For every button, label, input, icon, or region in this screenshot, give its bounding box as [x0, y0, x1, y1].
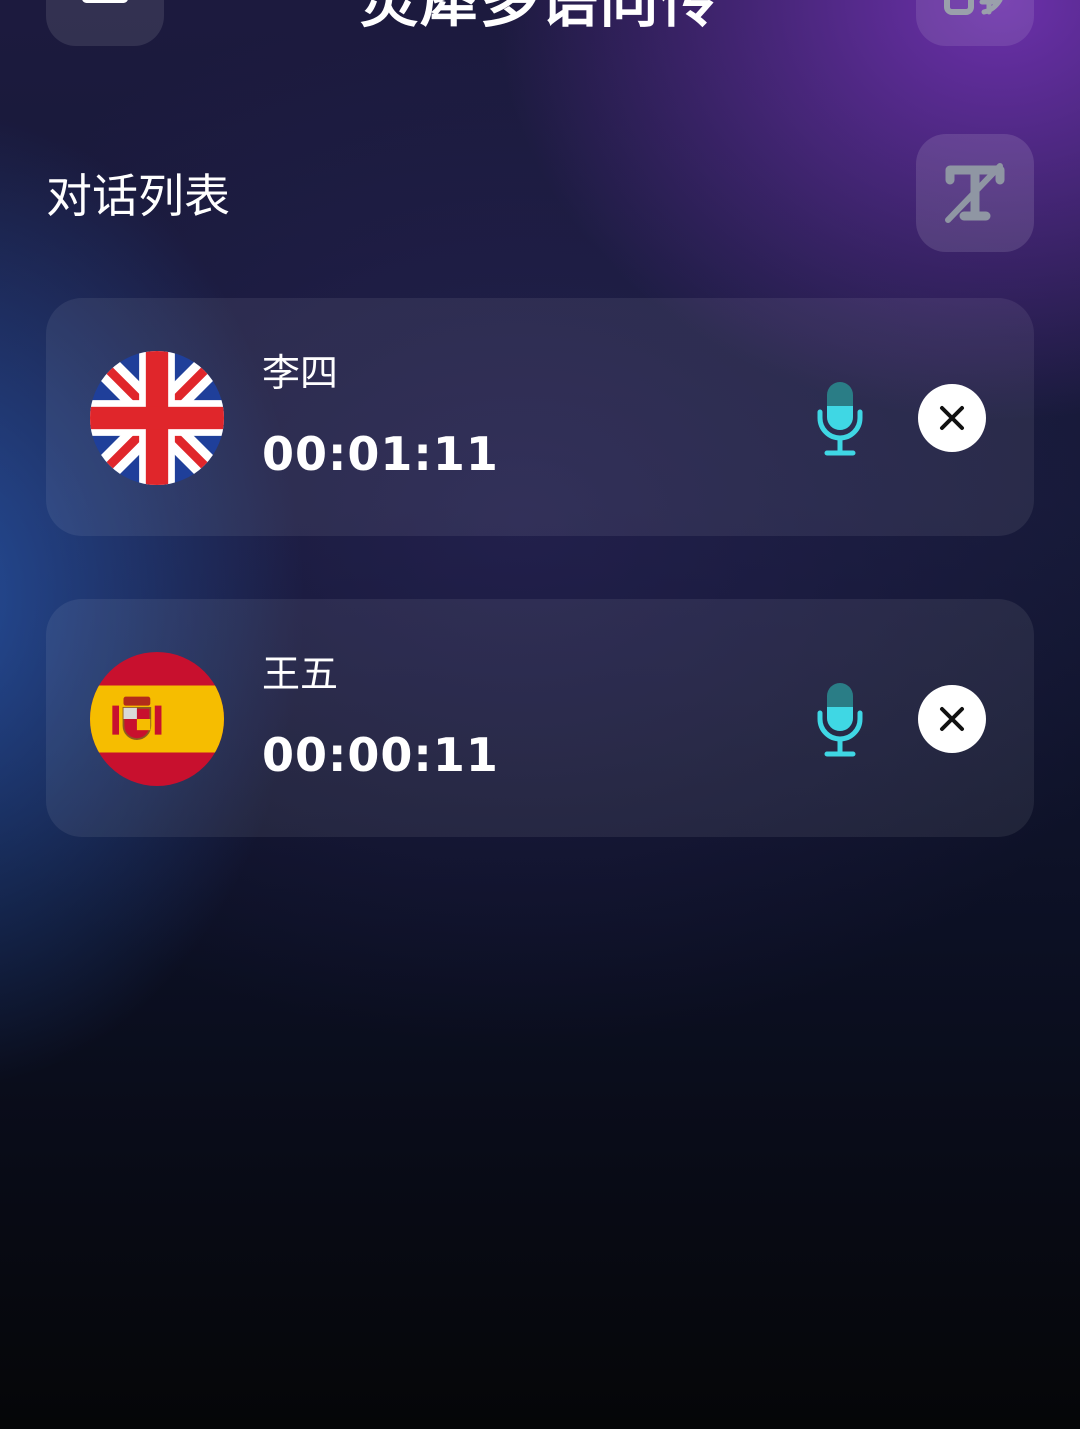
microphone-button[interactable]: [816, 681, 864, 759]
call-duration: 00:01:11: [262, 427, 499, 481]
call-duration: 00:00:11: [262, 728, 499, 782]
end-conversation-button[interactable]: [918, 685, 986, 753]
text-off-icon: [945, 163, 1005, 223]
contact-name: 王五: [262, 652, 339, 696]
microphone-button[interactable]: [816, 380, 864, 458]
uk-flag-icon: [90, 351, 224, 485]
end-conversation-button[interactable]: [918, 384, 986, 452]
close-icon: [940, 406, 964, 430]
microphone-icon: [817, 382, 863, 456]
translate-icon: [944, 0, 1003, 15]
contact-name: 李四: [262, 351, 339, 395]
translate-mode-button[interactable]: [916, 0, 1034, 46]
text-toggle-button[interactable]: [916, 134, 1034, 252]
conversation-card[interactable]: 李四 00:01:11: [46, 298, 1034, 536]
spain-flag-icon: [90, 652, 224, 786]
conversation-list-title: 对话列表: [46, 169, 230, 223]
microphone-icon: [817, 683, 863, 757]
close-icon: [940, 707, 964, 731]
conversation-card[interactable]: 王五 00:00:11: [46, 599, 1034, 837]
